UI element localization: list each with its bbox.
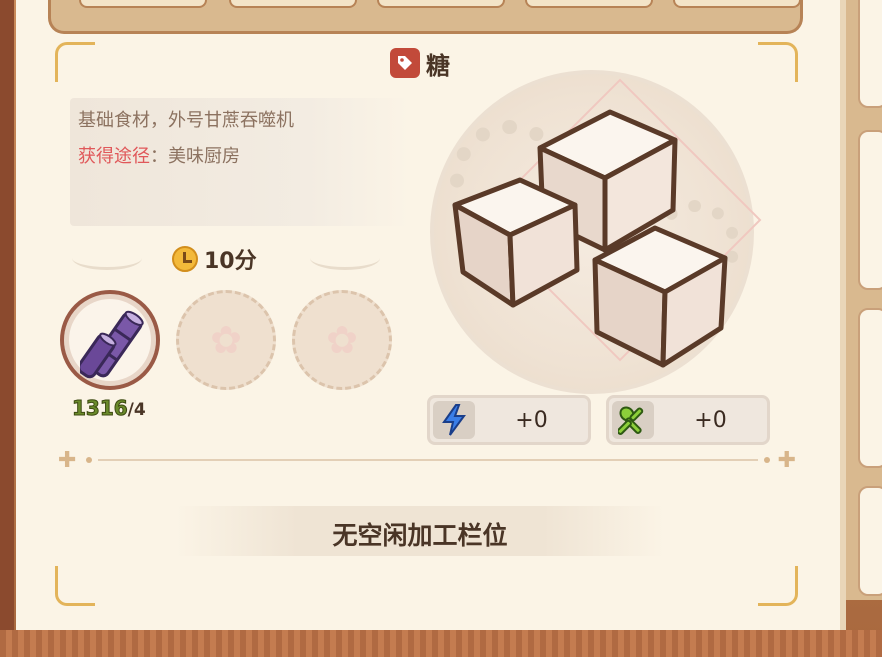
plus-decor-icon: ✚ [58, 448, 77, 473]
ingredient-slot-empty[interactable]: ✿ [176, 290, 276, 390]
divider-line [98, 459, 758, 461]
top-tab[interactable] [673, 0, 801, 8]
sugar-cubes-image [452, 109, 728, 368]
sakura-icon: ✿ [326, 318, 358, 362]
dot-decor [86, 457, 92, 463]
lightning-icon [433, 401, 475, 439]
ingredient-slot-sugarcane[interactable] [60, 290, 160, 390]
ingredient-count: 1316/4 [72, 396, 146, 421]
status-bar: 无空闲加工栏位 [175, 506, 665, 556]
utensils-icon [612, 401, 654, 439]
section-divider: ✚ ✚ [58, 450, 796, 472]
plus-decor-icon: ✚ [777, 448, 796, 473]
side-card[interactable] [858, 308, 882, 468]
status-message: 无空闲加工栏位 [332, 521, 508, 550]
source-separator: ： [150, 146, 168, 167]
side-card[interactable] [858, 0, 882, 108]
top-tab-bar [48, 0, 803, 34]
clock-icon [172, 246, 198, 272]
corner-ornament [758, 42, 798, 82]
decor-swirl [310, 246, 380, 270]
side-card[interactable] [858, 130, 882, 290]
tag-icon [390, 48, 420, 78]
top-tab[interactable] [377, 0, 505, 8]
food-stat: +0 [606, 395, 770, 445]
top-tab[interactable] [229, 0, 357, 8]
corner-ornament [758, 566, 798, 606]
item-title-row: 糖 [390, 46, 450, 80]
ingredient-slot-empty[interactable]: ✿ [292, 290, 392, 390]
bottom-edge [0, 630, 882, 657]
source-value: 美味厨房 [168, 146, 240, 167]
craft-time: 10分 [172, 243, 257, 275]
item-description: 基础食材，外号甘蔗吞噬机 [78, 110, 294, 131]
dot-decor [764, 457, 770, 463]
source-label: 获得途径 [78, 146, 150, 167]
count-have: 1316 [72, 396, 129, 421]
energy-value: +0 [515, 408, 548, 433]
count-need: /4 [127, 400, 146, 420]
top-tab[interactable] [79, 0, 207, 8]
sakura-icon: ✿ [210, 318, 242, 362]
item-source: 获得途径：美味厨房 [78, 142, 240, 168]
item-title: 糖 [426, 51, 450, 80]
food-value: +0 [694, 408, 727, 433]
energy-stat: +0 [427, 395, 591, 445]
decor-swirl [72, 246, 142, 270]
top-tab[interactable] [525, 0, 653, 8]
side-card[interactable] [858, 486, 882, 596]
corner-ornament [55, 566, 95, 606]
corner-ornament [55, 42, 95, 82]
sugarcane-icon [80, 310, 144, 379]
craft-time-value: 10分 [204, 249, 257, 274]
left-edge [0, 0, 14, 657]
